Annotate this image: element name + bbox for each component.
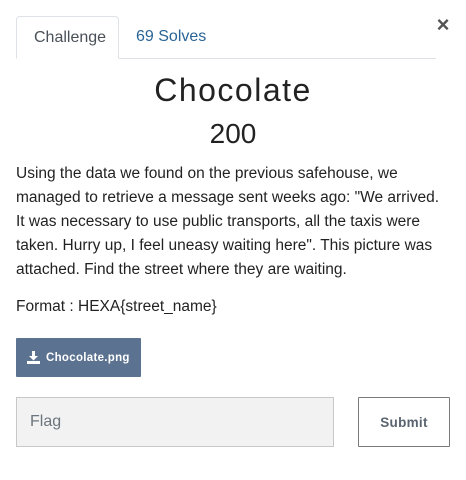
- file-download-button[interactable]: Chocolate.png: [16, 338, 141, 377]
- challenge-modal: × Challenge 69 Solves Chocolate 200 Usin…: [0, 0, 466, 480]
- challenge-description: Using the data we found on the previous …: [16, 162, 450, 332]
- tab-bar: Challenge 69 Solves: [16, 16, 436, 59]
- flag-input[interactable]: [16, 397, 334, 447]
- challenge-points: 200: [209, 118, 257, 149]
- file-download-label: Chocolate.png: [46, 351, 130, 364]
- flag-format-text: Format : HEXA{street_name}: [16, 298, 217, 315]
- challenge-title: Chocolate: [154, 72, 312, 108]
- submit-button[interactable]: Submit: [358, 397, 450, 447]
- tab-solves[interactable]: 69 Solves: [119, 16, 223, 57]
- description-text: Using the data we found on the previous …: [16, 165, 440, 278]
- download-icon: [27, 351, 46, 364]
- tab-challenge[interactable]: Challenge: [16, 16, 119, 59]
